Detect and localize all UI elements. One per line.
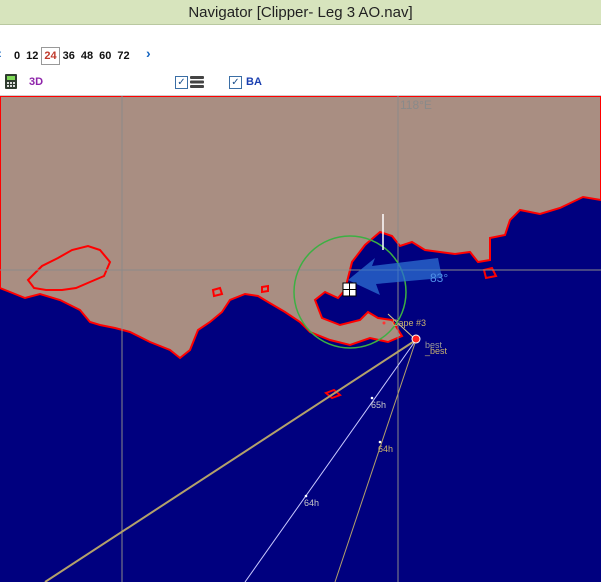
hour-36[interactable]: 36 bbox=[60, 48, 78, 64]
time-marker-dot-icon bbox=[370, 396, 374, 400]
waypoint-dot-icon bbox=[382, 321, 386, 325]
next-time-icon[interactable]: › bbox=[146, 45, 151, 61]
view-3d-button[interactable]: 3D bbox=[29, 76, 43, 88]
heading-label: 83° bbox=[430, 271, 448, 285]
time-marker-label: 64h bbox=[378, 444, 393, 454]
hour-48[interactable]: 48 bbox=[78, 48, 96, 64]
time-selector: 0 12 24 36 48 60 72 bbox=[11, 47, 133, 65]
hour-24[interactable]: 24 bbox=[41, 47, 60, 65]
time-marker-dot-icon bbox=[304, 494, 308, 498]
hour-72[interactable]: 72 bbox=[114, 48, 132, 64]
ba-label[interactable]: BA bbox=[246, 76, 262, 88]
navigation-map[interactable]: 118°E 83° Cape #3 best _best 65h 64h 64h bbox=[0, 96, 601, 582]
window-title: Navigator [Clipper- Leg 3 AO.nav] bbox=[188, 3, 413, 21]
ba-checkbox[interactable]: ✓ bbox=[229, 76, 242, 89]
waypoint-label: Cape #3 bbox=[392, 318, 426, 328]
longitude-label: 118°E bbox=[400, 98, 432, 112]
device-icon[interactable] bbox=[3, 73, 19, 90]
hour-0[interactable]: 0 bbox=[11, 48, 23, 64]
time-marker-label: 64h bbox=[304, 498, 319, 508]
view-toolbar bbox=[0, 69, 601, 96]
previous-time-icon[interactable]: ‹ bbox=[0, 45, 2, 61]
time-marker-label: 65h bbox=[371, 400, 386, 410]
route-label: _best bbox=[424, 346, 448, 356]
time-marker-dot-icon bbox=[378, 440, 382, 444]
destination-marker-icon[interactable] bbox=[411, 334, 421, 344]
hour-60[interactable]: 60 bbox=[96, 48, 114, 64]
boat-icon[interactable] bbox=[342, 282, 357, 297]
hour-12[interactable]: 12 bbox=[23, 48, 41, 64]
title-bar: Navigator [Clipper- Leg 3 AO.nav] bbox=[0, 0, 601, 25]
layers-menu-icon[interactable] bbox=[189, 75, 205, 89]
layers-checkbox[interactable]: ✓ bbox=[175, 76, 188, 89]
